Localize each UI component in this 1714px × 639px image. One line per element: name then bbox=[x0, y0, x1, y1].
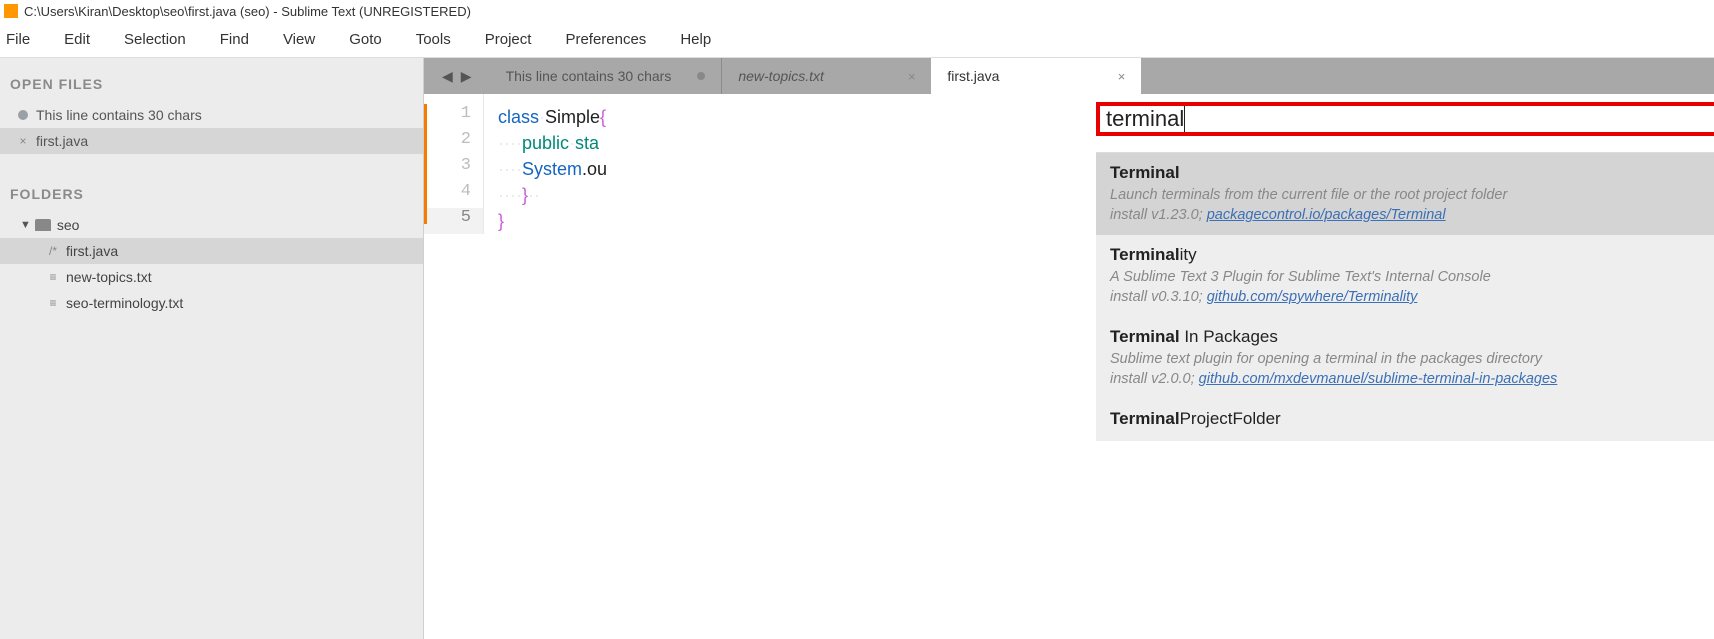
sidebar-file-item[interactable]: ≡ seo-terminology.txt bbox=[0, 290, 423, 316]
line-number-gutter: 1 2 3 4 5 bbox=[424, 94, 484, 234]
command-palette: terminal bbox=[1096, 102, 1714, 136]
close-icon[interactable]: × bbox=[908, 69, 916, 84]
menu-view[interactable]: View bbox=[279, 29, 319, 50]
result-install: install v2.0.0; bbox=[1110, 371, 1199, 387]
code-token: System bbox=[522, 159, 582, 179]
sidebar-file-item[interactable]: ≡ new-topics.txt bbox=[0, 264, 423, 290]
code-token: } bbox=[498, 211, 504, 231]
menu-tools[interactable]: Tools bbox=[412, 29, 455, 50]
menu-bar: File Edit Selection Find View Goto Tools… bbox=[0, 22, 1714, 58]
window-title: C:\Users\Kiran\Desktop\seo\first.java (s… bbox=[24, 4, 471, 19]
tab[interactable]: new-topics.txt × bbox=[721, 58, 931, 94]
open-file-label: This line contains 30 chars bbox=[36, 107, 202, 123]
menu-project[interactable]: Project bbox=[481, 29, 536, 50]
palette-result-item[interactable]: Terminal In Packages Sublime text plugin… bbox=[1096, 317, 1714, 399]
tab-bar: ◀ ▶ This line contains 30 chars new-topi… bbox=[424, 58, 1714, 94]
code-token: public bbox=[522, 133, 569, 153]
sidebar-file-label: seo-terminology.txt bbox=[66, 295, 183, 311]
window-titlebar: C:\Users\Kiran\Desktop\seo\first.java (s… bbox=[0, 0, 1714, 22]
code-token: .ou bbox=[582, 159, 607, 179]
folders-heading: FOLDERS bbox=[0, 182, 423, 212]
line-number: 1 bbox=[424, 104, 483, 130]
menu-edit[interactable]: Edit bbox=[60, 29, 94, 50]
tab-label: first.java bbox=[947, 68, 999, 84]
open-file-label: first.java bbox=[36, 133, 88, 149]
sidebar-file-label: first.java bbox=[66, 243, 118, 259]
result-link[interactable]: github.com/spywhere/Terminality bbox=[1207, 289, 1418, 305]
result-link[interactable]: packagecontrol.io/packages/Terminal bbox=[1207, 207, 1446, 223]
tab[interactable]: This line contains 30 chars bbox=[490, 58, 722, 94]
result-title-match: Terminal bbox=[1110, 409, 1180, 428]
result-title-match: Terminal bbox=[1110, 163, 1180, 182]
sidebar: OPEN FILES This line contains 30 chars ×… bbox=[0, 58, 424, 639]
command-palette-input[interactable]: terminal bbox=[1106, 106, 1184, 132]
app-logo-icon bbox=[4, 4, 18, 18]
folder-row[interactable]: ▼ seo bbox=[0, 212, 423, 238]
result-title-rest: ProjectFolder bbox=[1180, 409, 1281, 428]
result-title-match: Terminal bbox=[1110, 327, 1180, 346]
open-file-item[interactable]: × first.java bbox=[0, 128, 423, 154]
sidebar-file-item[interactable]: /* first.java bbox=[0, 238, 423, 264]
file-text-icon: ≡ bbox=[44, 270, 62, 284]
code-view[interactable]: class·Simple{ ····public·sta ····System.… bbox=[484, 94, 607, 234]
chevron-down-icon: ▼ bbox=[20, 219, 31, 231]
result-title-rest: In Packages bbox=[1180, 327, 1278, 346]
dirty-dot-icon bbox=[18, 110, 28, 120]
folder-icon bbox=[35, 219, 51, 231]
result-link[interactable]: github.com/mxdevmanuel/sublime-terminal-… bbox=[1199, 371, 1558, 387]
sidebar-file-label: new-topics.txt bbox=[66, 269, 152, 285]
menu-help[interactable]: Help bbox=[676, 29, 715, 50]
code-token: class bbox=[498, 107, 539, 127]
result-title-rest: ity bbox=[1180, 245, 1197, 264]
nav-forward-icon[interactable]: ▶ bbox=[461, 68, 472, 85]
line-number: 3 bbox=[424, 156, 483, 182]
file-code-icon: /* bbox=[44, 244, 62, 258]
line-number: 4 bbox=[424, 182, 483, 208]
dirty-dot-icon bbox=[697, 72, 705, 80]
result-install: install v1.23.0; bbox=[1110, 207, 1207, 223]
tab-label: This line contains 30 chars bbox=[506, 68, 672, 84]
menu-find[interactable]: Find bbox=[216, 29, 253, 50]
line-number: 2 bbox=[424, 130, 483, 156]
modified-marker-icon bbox=[424, 104, 427, 224]
editor-area: ◀ ▶ This line contains 30 chars new-topi… bbox=[424, 58, 1714, 639]
tab-label: new-topics.txt bbox=[738, 68, 824, 84]
text-caret-icon bbox=[1184, 106, 1185, 132]
palette-result-item[interactable]: Terminality A Sublime Text 3 Plugin for … bbox=[1096, 235, 1714, 317]
nav-back-icon[interactable]: ◀ bbox=[442, 68, 453, 85]
tab-active[interactable]: first.java × bbox=[931, 58, 1141, 94]
code-token: sta bbox=[575, 133, 599, 153]
result-description: A Sublime Text 3 Plugin for Sublime Text… bbox=[1110, 269, 1714, 285]
open-file-item[interactable]: This line contains 30 chars bbox=[0, 102, 423, 128]
close-icon[interactable]: × bbox=[1118, 69, 1126, 84]
menu-selection[interactable]: Selection bbox=[120, 29, 190, 50]
line-number: 5 bbox=[424, 208, 483, 234]
result-description: Launch terminals from the current file o… bbox=[1110, 187, 1714, 203]
close-icon[interactable]: × bbox=[18, 136, 28, 146]
tab-nav-arrows: ◀ ▶ bbox=[424, 68, 490, 85]
palette-result-item[interactable]: Terminal Launch terminals from the curre… bbox=[1096, 153, 1714, 235]
code-token: Simple bbox=[545, 107, 600, 127]
menu-goto[interactable]: Goto bbox=[345, 29, 386, 50]
folder-label: seo bbox=[57, 217, 80, 233]
result-title-match: Terminal bbox=[1110, 245, 1180, 264]
menu-preferences[interactable]: Preferences bbox=[561, 29, 650, 50]
command-palette-results: Terminal Launch terminals from the curre… bbox=[1096, 152, 1714, 441]
open-files-heading: OPEN FILES bbox=[0, 72, 423, 102]
code-token: { bbox=[600, 107, 606, 127]
file-text-icon: ≡ bbox=[44, 296, 62, 310]
result-install: install v0.3.10; bbox=[1110, 289, 1207, 305]
result-description: Sublime text plugin for opening a termin… bbox=[1110, 351, 1714, 367]
menu-file[interactable]: File bbox=[2, 29, 34, 50]
palette-result-item[interactable]: TerminalProjectFolder bbox=[1096, 399, 1714, 441]
